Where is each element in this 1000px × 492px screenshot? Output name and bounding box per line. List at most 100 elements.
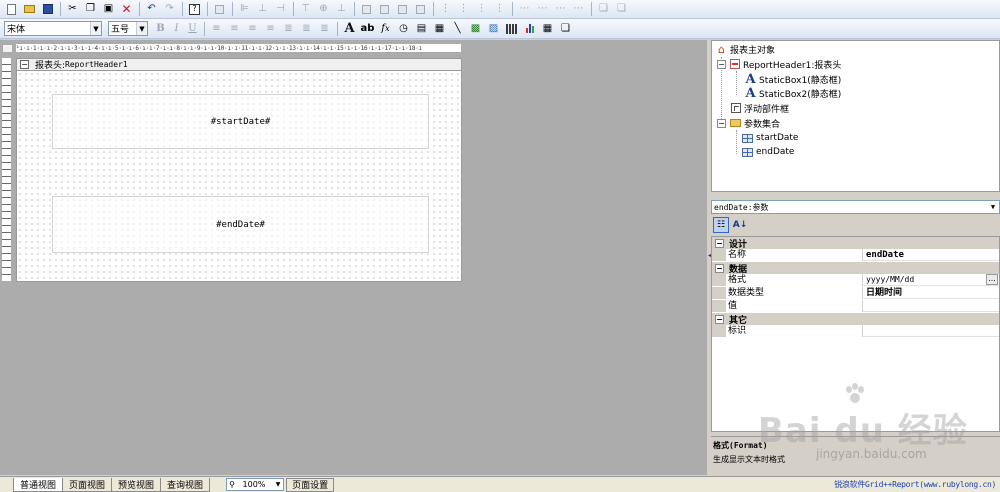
- property-row-name[interactable]: 名称 endDate: [712, 249, 999, 261]
- text-justify-icon[interactable]: ≡: [263, 21, 278, 36]
- tab-preview-view[interactable]: 预览视图: [111, 477, 162, 492]
- category-data[interactable]: − 数据: [712, 262, 999, 275]
- object-tree[interactable]: ⌂ 报表主对象 − ReportHeader1:报表头 A StaticBox1…: [711, 40, 1000, 192]
- vspace-equal-icon[interactable]: ⋯: [517, 2, 532, 17]
- categorized-icon[interactable]: ☷: [713, 217, 729, 233]
- text-align-center-icon[interactable]: ≡: [227, 21, 242, 36]
- align-middle-icon[interactable]: ⊕: [316, 2, 331, 17]
- system-var-box-icon[interactable]: ◷: [396, 21, 411, 36]
- tree-item-parameters[interactable]: − 参数集合: [717, 116, 780, 130]
- property-row-datatype[interactable]: 数据类型 日期时间: [712, 287, 999, 299]
- help-icon[interactable]: ?: [187, 2, 202, 17]
- text-align-right-icon[interactable]: ≡: [245, 21, 260, 36]
- text-valign-middle-icon[interactable]: ≣: [299, 21, 314, 36]
- alphabetical-icon[interactable]: A↓: [732, 217, 748, 233]
- zoom-select[interactable]: ⚲ 100% ▼: [226, 478, 285, 491]
- bring-front-icon[interactable]: ❏: [596, 2, 611, 17]
- chevron-down-icon[interactable]: ▼: [987, 201, 999, 213]
- richtext-box-icon[interactable]: ▦: [432, 21, 447, 36]
- tab-query-view[interactable]: 查询视图: [160, 477, 211, 492]
- shape-tool-icon[interactable]: ▩: [468, 21, 483, 36]
- font-size-select[interactable]: 五号 ▼: [108, 21, 148, 36]
- chevron-down-icon[interactable]: ▼: [136, 22, 147, 35]
- underline-icon[interactable]: U: [186, 23, 199, 34]
- undo-icon[interactable]: ↶: [144, 2, 159, 17]
- center-icon[interactable]: [413, 2, 428, 17]
- free-grid-icon[interactable]: ❏: [558, 21, 573, 36]
- tree-item-start-date[interactable]: startDate: [742, 131, 798, 145]
- property-row-value[interactable]: 值: [712, 300, 999, 312]
- property-row-format[interactable]: 格式 yyyy/MM/dd ...: [712, 274, 999, 286]
- property-value[interactable]: yyyy/MM/dd: [864, 274, 999, 286]
- chart-icon[interactable]: [522, 21, 537, 36]
- align-center-icon[interactable]: ⊥: [255, 2, 270, 17]
- tree-item-report-header[interactable]: − ReportHeader1:报表头: [717, 57, 841, 71]
- static-box-start-date[interactable]: #startDate#: [52, 94, 429, 149]
- property-value[interactable]: [864, 325, 999, 337]
- new-file-icon[interactable]: [4, 2, 19, 17]
- object-select[interactable]: endDate:参数 ▼: [711, 200, 1000, 214]
- hspace-inc-icon[interactable]: ⋮: [456, 2, 471, 17]
- tab-normal-view[interactable]: 普通视图: [13, 477, 64, 492]
- chevron-down-icon[interactable]: ▼: [90, 22, 101, 35]
- collapse-icon[interactable]: −: [715, 263, 724, 273]
- paste-icon[interactable]: ▣: [101, 2, 116, 17]
- tree-item-static-box1[interactable]: A StaticBox1(静态框): [745, 72, 841, 87]
- hspace-equal-icon[interactable]: ⋮: [438, 2, 453, 17]
- property-grid[interactable]: − 设计 名称 endDate − 数据 格式 yyyy/MM/dd ... 数…: [711, 236, 1000, 432]
- align-top-icon[interactable]: ⊤: [298, 2, 313, 17]
- designer-workspace[interactable]: ¹ı·ı·1·ı·ı·2·ı·ı·3·ı·ı·4·ı·ı·5·ı·ı·6·ı·ı…: [0, 40, 707, 475]
- save-icon[interactable]: [40, 2, 55, 17]
- vspace-dec-icon[interactable]: ⋯: [553, 2, 568, 17]
- vspace-inc-icon[interactable]: ⋯: [535, 2, 550, 17]
- delete-icon[interactable]: ✕: [119, 2, 134, 17]
- static-box-tool-icon[interactable]: A: [342, 21, 357, 36]
- line-tool-icon[interactable]: ╲: [450, 21, 465, 36]
- band-title-bar[interactable]: − 报表头: ReportHeader1: [16, 58, 462, 71]
- align-bottom-icon[interactable]: ⊥: [334, 2, 349, 17]
- collapse-icon[interactable]: −: [717, 59, 726, 69]
- page-setup-button[interactable]: 页面设置: [286, 477, 335, 492]
- summary-box-icon[interactable]: ▤: [414, 21, 429, 36]
- copy-icon[interactable]: ❐: [83, 2, 98, 17]
- same-width-icon[interactable]: [359, 2, 374, 17]
- property-value[interactable]: [864, 300, 999, 312]
- redo-icon[interactable]: ↷: [162, 2, 177, 17]
- vspace-remove-icon[interactable]: ⋯: [571, 2, 586, 17]
- text-valign-top-icon[interactable]: ≣: [281, 21, 296, 36]
- property-value[interactable]: 日期时间: [864, 287, 999, 299]
- collapse-icon[interactable]: −: [717, 118, 726, 128]
- hspace-remove-icon[interactable]: ⋮: [492, 2, 507, 17]
- align-left-icon[interactable]: ⊫: [237, 2, 252, 17]
- ellipsis-button[interactable]: ...: [986, 274, 998, 285]
- barcode-icon[interactable]: [504, 21, 519, 36]
- chevron-down-icon[interactable]: ▼: [273, 479, 283, 490]
- footer-link[interactable]: 锐浪软件Grid++Report(www.rubylong.cn): [834, 479, 996, 490]
- bold-icon[interactable]: B: [154, 23, 167, 34]
- lock-position-icon[interactable]: [212, 2, 227, 17]
- open-folder-icon[interactable]: [22, 2, 37, 17]
- category-other[interactable]: − 其它: [712, 313, 999, 326]
- text-valign-bottom-icon[interactable]: ≣: [317, 21, 332, 36]
- text-align-left-icon[interactable]: ≡: [209, 21, 224, 36]
- same-size-icon[interactable]: [395, 2, 410, 17]
- picture-box-icon[interactable]: ▨: [486, 21, 501, 36]
- cut-icon[interactable]: ✂: [65, 2, 80, 17]
- field-box-tool-icon[interactable]: fx: [378, 21, 393, 36]
- collapse-icon[interactable]: −: [715, 314, 724, 324]
- align-right-icon[interactable]: ⊣: [273, 2, 288, 17]
- subreport-icon[interactable]: ▦: [540, 21, 555, 36]
- collapse-icon[interactable]: −: [715, 238, 724, 248]
- band-collapse-icon[interactable]: −: [20, 60, 29, 69]
- tree-item-root[interactable]: ⌂ 报表主对象: [716, 42, 775, 56]
- report-header-band[interactable]: #startDate# #endDate#: [16, 71, 462, 282]
- tree-item-static-box2[interactable]: A StaticBox2(静态框): [745, 86, 841, 101]
- static-box-end-date[interactable]: #endDate#: [52, 196, 429, 253]
- hspace-dec-icon[interactable]: ⋮: [474, 2, 489, 17]
- send-back-icon[interactable]: ❏: [614, 2, 629, 17]
- tree-item-end-date[interactable]: endDate: [742, 145, 794, 159]
- font-name-select[interactable]: 宋体 ▼: [4, 21, 102, 36]
- property-row-tag[interactable]: 标识: [712, 325, 999, 337]
- tab-page-view[interactable]: 页面视图: [62, 477, 113, 492]
- category-design[interactable]: − 设计: [712, 237, 999, 250]
